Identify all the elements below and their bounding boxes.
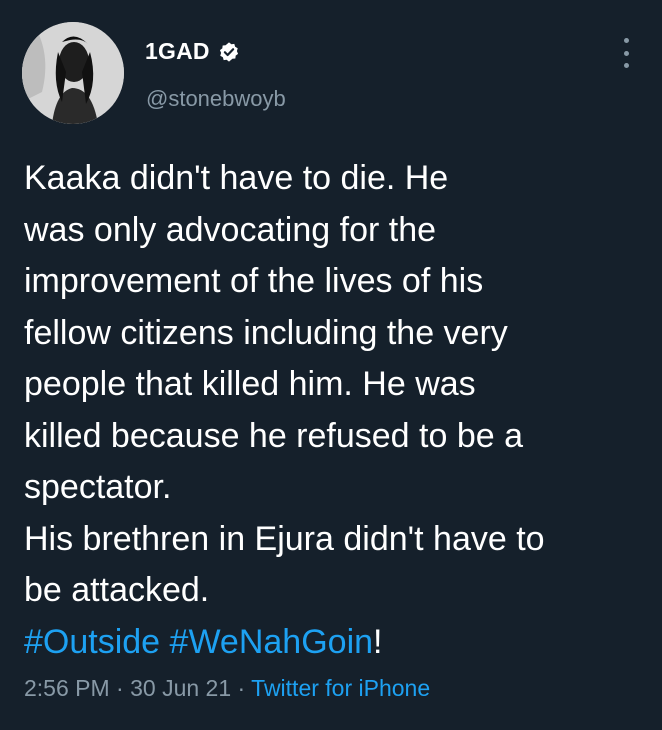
tweet-line: people that killed him. He was [24, 365, 476, 403]
tweet-line: improvement of the lives of his [24, 262, 484, 300]
author-name[interactable]: 1GAD [145, 38, 210, 65]
verified-badge-icon [219, 41, 238, 62]
more-dot [623, 63, 629, 68]
meta-separator: · [109, 675, 131, 701]
author-name-row[interactable]: 1GAD [145, 38, 240, 65]
more-dot [623, 50, 629, 56]
hashtag-line: #Outside #WeNahGoin! [24, 617, 644, 669]
hashtag-link[interactable]: #WeNahGoin [170, 623, 374, 661]
tweet-date[interactable]: 30 Jun 21 [130, 675, 231, 701]
tweet-trailing-text: ! [373, 622, 383, 661]
hashtag-link[interactable]: #Outside [24, 623, 160, 661]
tweet-card: 1GAD @stonebwoyb Kaaka didn't have to di… [0, 0, 662, 730]
meta-separator: · [231, 675, 252, 701]
tweet-line: be attacked. [24, 571, 210, 609]
tweet-text: Kaaka didn't have to die. He was only ad… [24, 153, 644, 668]
tweet-time[interactable]: 2:56 PM [24, 675, 110, 701]
tweet-line: killed because he refused to be a [24, 416, 524, 455]
tweet-source-link[interactable]: Twitter for iPhone [251, 675, 430, 701]
more-vertical-icon[interactable] [614, 38, 638, 68]
author-handle[interactable]: @stonebwoyb [146, 86, 286, 112]
tweet-meta: 2:56 PM · 30 Jun 21 · Twitter for iPhone [24, 675, 430, 702]
tweet-line: fellow citizens including the very [24, 313, 508, 352]
avatar[interactable] [22, 22, 124, 124]
tweet-line: Kaaka didn't have to die. He [24, 159, 449, 197]
avatar-photo [22, 22, 124, 124]
tweet-line: was only advocating for the [24, 210, 437, 249]
more-dot [623, 38, 629, 43]
tweet-line: His brethren in Ejura didn't have to [24, 519, 545, 558]
tweet-line: spectator. [24, 468, 172, 506]
